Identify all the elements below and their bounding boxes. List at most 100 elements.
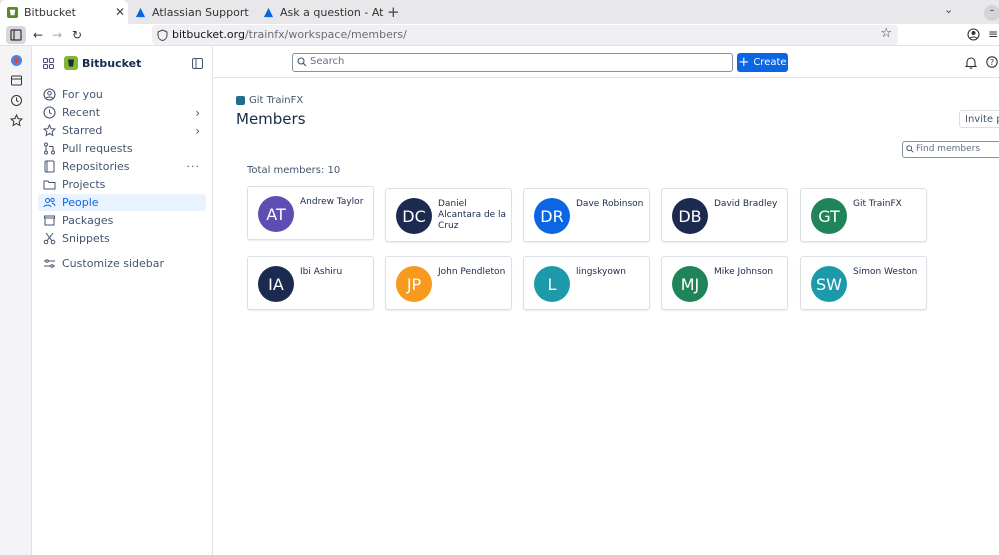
member-name: David Bradley (714, 199, 778, 209)
new-tab-icon[interactable]: + (387, 3, 400, 21)
avatar: MJ (672, 266, 708, 302)
plus-icon: + (738, 55, 750, 70)
product-name[interactable]: Bitbucket (82, 57, 141, 70)
total-members: Total members: 10 (247, 165, 341, 176)
avatar: L (534, 266, 570, 302)
browser-tab-bitbucket[interactable]: Bitbucket ✕ (0, 0, 128, 24)
clock-icon (43, 106, 56, 119)
chevron-right-icon[interactable]: › (195, 106, 200, 120)
sidebar-item-repositories[interactable]: Repositories ··· (38, 158, 206, 175)
sidebar-toggle-icon[interactable] (6, 26, 26, 44)
site-info-shield-icon[interactable] (157, 29, 168, 41)
url-text: bitbucket.org/trainfx/workspace/members/ (172, 28, 407, 41)
member-name: Dave Robinson (576, 199, 644, 209)
help-icon[interactable]: ? (986, 56, 998, 68)
search-icon (297, 57, 307, 67)
member-card[interactable]: MJ Mike Johnson (661, 256, 788, 310)
browser-toolbar: ← → ↻ bitbucket.org/trainfx/workspace/me… (0, 24, 999, 46)
sidebar-item-snippets[interactable]: Snippets (38, 230, 206, 247)
member-name: Simon Weston (853, 267, 918, 277)
member-card[interactable]: L lingskyown (523, 256, 650, 310)
member-card[interactable]: DB David Bradley (661, 188, 788, 242)
bitbucket-favicon-icon (7, 6, 18, 18)
browser-tab-ask-question[interactable]: Ask a question - Atlassian (256, 0, 384, 24)
scissors-icon (43, 232, 56, 245)
bookmark-star-icon[interactable]: ☆ (880, 26, 892, 41)
workspace-icon (236, 95, 245, 105)
sidebar-item-people[interactable]: People (38, 194, 206, 211)
member-name: John Pendleton (438, 267, 506, 277)
member-name: Git TrainFX (853, 199, 902, 209)
url-host: bitbucket.org (172, 28, 245, 41)
star-icon (43, 124, 56, 137)
breadcrumb[interactable]: Git TrainFX (236, 94, 303, 106)
ai-chatbot-icon[interactable] (10, 54, 23, 67)
customize-sidebar-link[interactable]: Customize sidebar (38, 255, 206, 272)
app-top-bar: Search + Create ? (214, 46, 999, 78)
member-card[interactable]: JP John Pendleton (385, 256, 512, 310)
avatar: AT (258, 196, 294, 232)
find-members-placeholder: Find members (916, 144, 981, 154)
invite-button[interactable]: Invite people (959, 110, 999, 128)
synced-tabs-icon[interactable] (10, 74, 23, 87)
sidebar-header: Bitbucket (33, 54, 213, 72)
people-icon (43, 197, 56, 208)
tab-title: Bitbucket (24, 5, 76, 19)
sidebar-item-packages[interactable]: Packages (38, 212, 206, 229)
sidebar-item-projects[interactable]: Projects (38, 176, 206, 193)
tab-close-icon[interactable]: ✕ (112, 5, 128, 19)
sidebar-item-starred[interactable]: Starred › (38, 122, 206, 139)
minimize-window-icon[interactable]: – (984, 5, 999, 21)
browser-tab-atlassian-support[interactable]: Atlassian Support (128, 0, 256, 24)
for-you-icon (43, 88, 56, 101)
url-bar[interactable]: bitbucket.org/trainfx/workspace/members/… (152, 25, 898, 45)
atlassian-favicon-icon (263, 7, 274, 17)
avatar: IA (258, 266, 294, 302)
member-card[interactable]: DC Daniel Alcantara de la Cruz (385, 188, 512, 242)
sidebar-item-for-you[interactable]: For you (38, 86, 206, 103)
sidebar-item-label: Starred (62, 124, 103, 137)
search-input[interactable]: Search (292, 53, 733, 72)
member-name: Daniel Alcantara de la Cruz (438, 199, 507, 231)
history-icon[interactable] (10, 94, 23, 107)
bitbucket-logo-icon[interactable] (64, 56, 78, 70)
sidebar-item-label: Projects (62, 178, 106, 191)
reload-icon[interactable]: ↻ (69, 27, 85, 43)
search-placeholder: Search (310, 56, 345, 67)
breadcrumb-workspace: Git TrainFX (249, 94, 304, 106)
sidebar-item-label: Repositories (62, 160, 130, 173)
tab-list-chevron-icon[interactable]: ⌄ (944, 3, 953, 16)
member-name: Mike Johnson (714, 267, 774, 277)
create-button[interactable]: + Create (737, 53, 788, 72)
menu-icon[interactable]: ≡ (988, 27, 998, 41)
member-name: Ibi Ashiru (300, 267, 343, 277)
sidebar-item-label: Recent (62, 106, 101, 119)
member-name: Andrew Taylor (300, 197, 364, 207)
sidebar-item-recent[interactable]: Recent › (38, 104, 206, 121)
sidebar-item-pull-requests[interactable]: Pull requests (38, 140, 206, 157)
app-sidebar: Bitbucket For you Recent › Starred › Pul… (33, 46, 213, 555)
member-card[interactable]: SW Simon Weston (800, 256, 927, 310)
forward-arrow-icon[interactable]: → (49, 27, 65, 43)
avatar: DC (396, 198, 432, 234)
customize-sidebar-label: Customize sidebar (62, 257, 165, 270)
member-card[interactable]: DR Dave Robinson (523, 188, 650, 242)
repository-icon (44, 160, 55, 173)
member-card[interactable]: IA Ibi Ashiru (247, 256, 374, 310)
account-icon[interactable] (967, 28, 980, 41)
bookmarks-star-icon[interactable] (10, 114, 23, 127)
pull-request-icon (44, 142, 55, 155)
tab-title: Atlassian Support (152, 5, 249, 19)
avatar: JP (396, 266, 432, 302)
member-card[interactable]: AT Andrew Taylor (247, 186, 374, 240)
notifications-bell-icon[interactable] (965, 56, 977, 69)
member-card[interactable]: GT Git TrainFX (800, 188, 927, 242)
page-title: Members (236, 110, 306, 128)
find-members-input[interactable]: Find members (902, 141, 999, 158)
sliders-icon (44, 259, 55, 268)
more-options-icon[interactable]: ··· (187, 160, 201, 173)
back-arrow-icon[interactable]: ← (30, 27, 46, 43)
collapse-sidebar-icon[interactable] (192, 58, 203, 69)
app-switcher-icon[interactable] (43, 58, 54, 69)
chevron-right-icon[interactable]: › (195, 124, 200, 138)
